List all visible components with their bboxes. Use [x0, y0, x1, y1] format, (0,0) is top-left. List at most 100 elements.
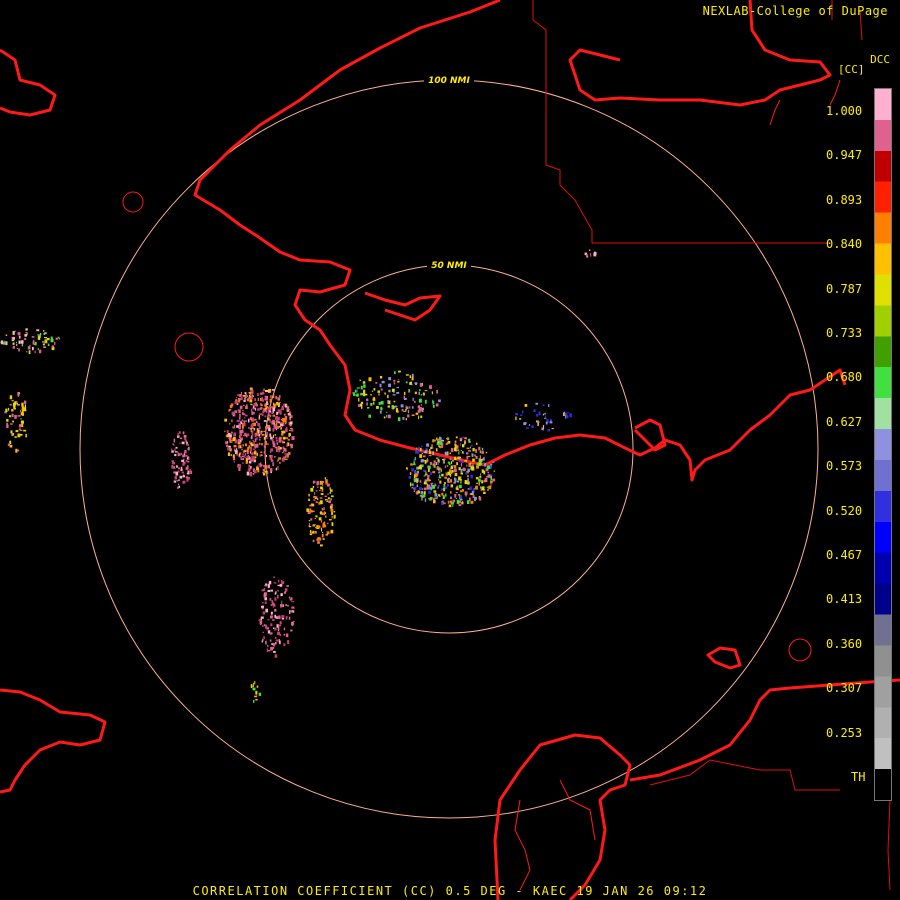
echo-pixel	[408, 389, 411, 393]
echo-pixel	[179, 437, 183, 439]
echo-pixel	[243, 399, 246, 402]
echo-pixel	[419, 480, 422, 483]
echo-pixel	[246, 449, 249, 453]
echo-pixel	[383, 416, 386, 419]
echo-pixel	[181, 459, 184, 462]
echo-pixel	[274, 446, 278, 449]
echo-pixel	[278, 421, 281, 424]
echo-pixel	[379, 383, 382, 388]
echo-pixel	[277, 425, 279, 429]
echo-pixel	[258, 463, 261, 466]
echo-pixel	[488, 485, 492, 490]
echo-pixel	[279, 409, 282, 411]
echo-pixel	[15, 430, 19, 433]
echo-pixel	[458, 484, 462, 488]
echo-pixel	[272, 405, 275, 407]
echo-pixel	[274, 434, 276, 436]
echo-pixel	[244, 453, 246, 456]
echo-pixel	[11, 400, 14, 402]
echo-pixel	[424, 487, 427, 491]
echo-pixel	[262, 631, 264, 633]
echo-pixel	[429, 385, 432, 389]
echo-pixel	[20, 418, 22, 420]
echo-pixel	[187, 448, 189, 450]
echo-pixel	[428, 455, 432, 457]
echo-pixel	[259, 392, 263, 395]
echo-pixel	[179, 475, 183, 479]
echo-pixel	[268, 580, 272, 585]
echo-pixel	[277, 590, 279, 592]
echo-pixel	[401, 408, 404, 412]
echo-pixel	[254, 681, 256, 685]
echo-pixel	[387, 394, 389, 399]
echo-pixel	[172, 443, 174, 445]
echo-pixel	[478, 496, 482, 501]
echo-pixel	[258, 433, 261, 437]
echo-pixel	[270, 395, 272, 399]
echo-pixel	[438, 436, 442, 441]
echo-pixel	[246, 398, 250, 402]
echo-pixel	[376, 406, 379, 409]
echo-pixel	[423, 481, 427, 485]
echo-pixel	[284, 588, 288, 592]
echo-pixel	[331, 516, 333, 519]
echo-pixel	[438, 399, 441, 403]
echo-pixel	[227, 441, 229, 443]
echo-pixel	[490, 480, 492, 484]
radar-echoes	[0, 249, 597, 703]
echo-pixel	[424, 399, 427, 404]
echo-pixel	[480, 473, 482, 476]
echo-pixel	[258, 429, 260, 434]
echo-pixel	[417, 405, 420, 409]
echo-pixel	[387, 405, 390, 408]
echo-pixel	[226, 430, 229, 434]
echo-pixel	[436, 495, 438, 499]
echo-pixel	[397, 417, 401, 422]
echo-pixel	[439, 480, 442, 484]
scale-label: 0.253	[826, 725, 863, 740]
echo-pixel	[9, 403, 12, 406]
echo-pixel	[433, 499, 436, 504]
echo-pixel	[177, 467, 181, 470]
echo-pixel	[264, 395, 267, 398]
echo-pixel	[490, 475, 492, 480]
echo-pixel	[18, 340, 21, 344]
echo-pixel	[271, 411, 274, 414]
echo-pixel	[258, 418, 261, 420]
echo-pixel	[251, 393, 253, 396]
echo-pixel	[12, 420, 14, 423]
echo-pixel	[411, 406, 414, 409]
echo-pixel	[312, 525, 315, 527]
echo-pixel	[286, 605, 289, 607]
echo-pixel	[252, 687, 256, 691]
echo-pixel	[236, 419, 240, 422]
echo-pixel	[283, 633, 286, 636]
echo-pixel	[246, 471, 250, 476]
echo-pixel	[427, 475, 430, 478]
echo-pixel	[420, 459, 424, 463]
echo-pixel	[250, 424, 254, 428]
echo-pixel	[20, 340, 24, 344]
echo-pixel	[416, 447, 418, 450]
echo-pixel	[261, 399, 265, 402]
echo-pixel	[456, 499, 460, 504]
echo-pixel	[242, 409, 244, 412]
echo-pixel	[235, 399, 238, 401]
echo-pixel	[174, 453, 177, 457]
echo-pixel	[456, 445, 459, 449]
echo-pixel	[292, 620, 295, 623]
echo-pixel	[402, 417, 405, 420]
echo-pixel	[231, 411, 235, 415]
echo-pixel	[277, 631, 281, 636]
echo-pixel	[363, 384, 366, 388]
echo-pixel	[416, 472, 419, 476]
echo-pixel	[444, 476, 447, 479]
echo-pixel	[454, 447, 457, 452]
echo-pixel	[445, 493, 447, 497]
echo-pixel	[418, 415, 420, 420]
echo-pixel	[429, 462, 432, 465]
echo-pixel	[242, 413, 246, 416]
echo-pixel	[21, 343, 23, 347]
echo-pixel	[566, 412, 569, 414]
echo-pixel	[253, 441, 255, 445]
